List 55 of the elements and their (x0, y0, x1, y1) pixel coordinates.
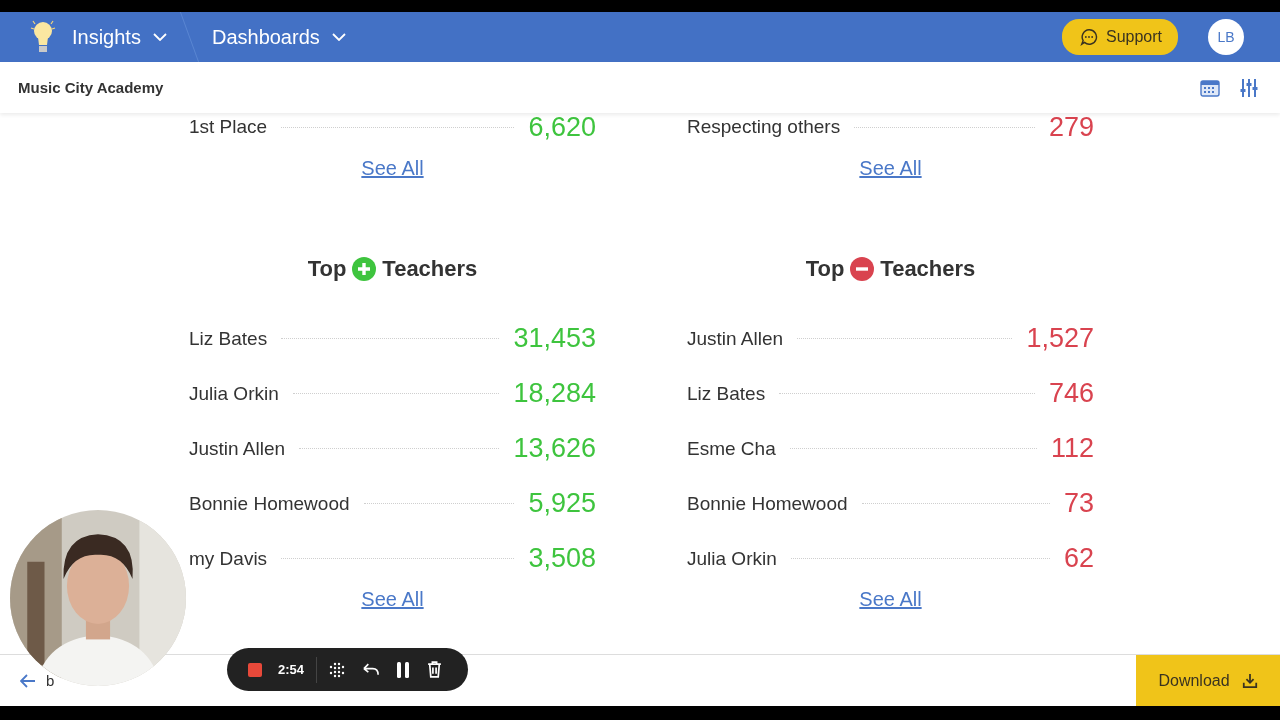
see-all-link[interactable]: See All (361, 588, 424, 618)
row-label: Bonnie Homewood (687, 492, 848, 515)
row-value: 6,620 (528, 113, 596, 143)
trash-icon[interactable] (427, 661, 443, 678)
row-value: 5,925 (528, 488, 596, 519)
row-value: 3,508 (528, 543, 596, 574)
calendar-icon[interactable] (1200, 78, 1220, 97)
support-button[interactable]: Support (1061, 19, 1178, 55)
arrow-left-icon (20, 673, 36, 688)
plus-circle-icon (352, 257, 377, 281)
download-icon (1241, 672, 1258, 689)
section-title: Teachers (880, 256, 976, 282)
minus-circle-icon (850, 257, 875, 281)
row-label: 1st Place (189, 116, 268, 138)
undo-icon[interactable] (363, 663, 380, 676)
row-label: Liz Bates (687, 382, 766, 405)
row-value: 279 (1048, 113, 1094, 143)
see-all-link[interactable]: See All (859, 588, 922, 618)
row-value: 1,527 (1026, 323, 1094, 354)
row-value: 746 (1048, 378, 1094, 409)
section-title: Teachers (382, 256, 478, 282)
row-label: Respecting others (687, 116, 841, 138)
row-label: Esme Cha (687, 437, 776, 460)
row-label: Justin Allen (189, 437, 286, 460)
download-button[interactable]: Download (1136, 655, 1280, 706)
sliders-icon[interactable] (1240, 77, 1258, 98)
row-label: Julia Orkin (687, 547, 777, 570)
see-all-link[interactable]: See All (859, 157, 922, 187)
organization-name: Music City Academy (18, 79, 164, 96)
section-title: Top (805, 256, 845, 282)
row-label: Julia Orkin (189, 382, 279, 405)
recording-timer: 2:54 (278, 662, 305, 677)
row-value: 31,453 (513, 323, 596, 354)
row-label: Justin Allen (687, 327, 784, 350)
dashboards-menu[interactable]: Dashboards (211, 25, 346, 49)
chevron-down-icon (152, 33, 167, 41)
user-avatar[interactable]: LB (1208, 19, 1244, 55)
row-value: 73 (1063, 488, 1094, 519)
section-title: Top (307, 256, 347, 282)
row-value: 112 (1050, 433, 1094, 464)
insights-menu[interactable]: Insights (72, 25, 167, 49)
see-all-link[interactable]: See All (361, 157, 424, 187)
row-label: Liz Bates (189, 327, 268, 350)
row-value: 13,626 (513, 433, 596, 464)
row-label: Bonnie Homewood (189, 492, 350, 515)
pause-icon[interactable] (397, 661, 410, 678)
grid-dots-icon[interactable] (329, 661, 346, 678)
row-label: my Davis (189, 547, 268, 570)
stop-recording-button[interactable] (248, 662, 262, 677)
chat-bubble-icon (1079, 28, 1098, 46)
back-link[interactable]: b (20, 672, 55, 689)
row-value: 62 (1063, 543, 1094, 574)
lightbulb-icon (28, 19, 58, 55)
row-value: 18,284 (513, 378, 596, 409)
chevron-down-icon (331, 33, 346, 41)
